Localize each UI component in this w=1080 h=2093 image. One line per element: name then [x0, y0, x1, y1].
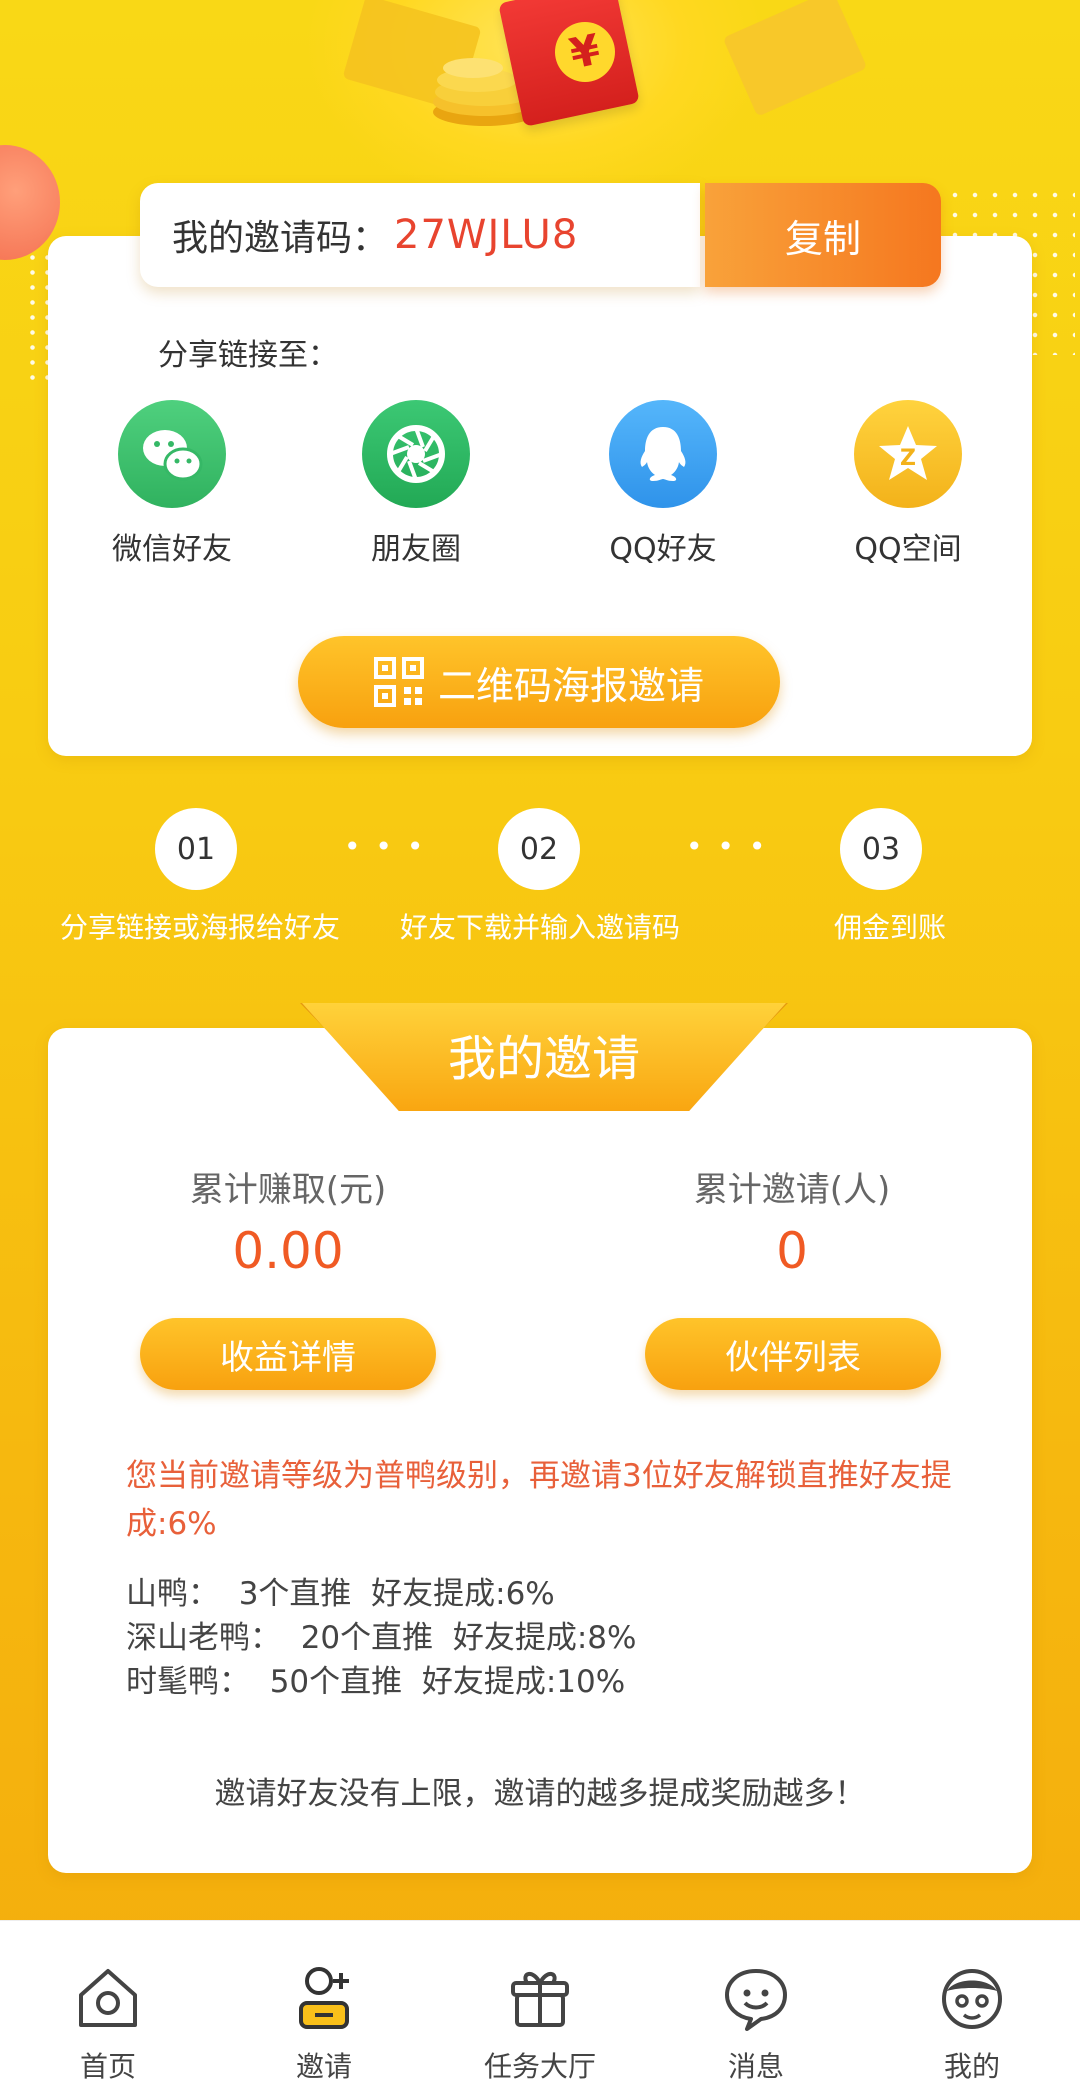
nav-tasks[interactable]: 任务大厅 — [432, 1921, 648, 2093]
share-qq[interactable]: QQ好友 — [563, 400, 763, 568]
earned-label: 累计赚取(元) — [189, 1170, 387, 1210]
levels-list: 山鸭： 3个直推 好友提成:6% 深山老鸭： 20个直推 好友提成:8% 时髦鸭… — [126, 1572, 637, 1704]
earned-value: 0.00 — [232, 1222, 344, 1280]
moments-icon — [362, 400, 470, 508]
invited-label: 累计邀请(人) — [693, 1170, 891, 1210]
bottom-nav: 首页 邀请 任务大厅 消息 我的 — [0, 1920, 1080, 2093]
level-row: 时髦鸭： 50个直推 好友提成:10% — [126, 1664, 626, 1700]
step-connector: • • • — [344, 830, 427, 863]
earnings-detail-button[interactable]: 收益详情 — [140, 1318, 436, 1390]
qr-code-icon — [373, 657, 424, 707]
share-moments-label: 朋友圈 — [371, 532, 461, 567]
step-2-text: 好友下载并输入邀请码 — [399, 911, 680, 944]
qq-icon — [609, 400, 717, 508]
nav-messages-label: 消息 — [727, 2050, 784, 2083]
nav-profile-label: 我的 — [943, 2050, 1000, 2083]
gift-icon — [511, 1972, 569, 2027]
wechat-icon — [118, 400, 226, 508]
nav-invite-label: 邀请 — [295, 2050, 352, 2083]
invite-icon — [299, 1967, 349, 2029]
svg-text:Z: Z — [900, 446, 916, 471]
home-icon — [79, 1969, 137, 2027]
partners-list-button[interactable]: 伙伴列表 — [645, 1318, 941, 1390]
step-3-text: 佣金到账 — [833, 911, 946, 944]
level-row: 山鸭： 3个直推 好友提成:6% — [126, 1576, 555, 1612]
nav-invite[interactable]: 邀请 — [216, 1921, 432, 2093]
share-moments[interactable]: 朋友圈 — [316, 400, 516, 568]
step-1-text: 分享链接或海报给好友 — [59, 911, 340, 944]
nav-profile[interactable]: 我的 — [864, 1921, 1080, 2093]
profile-icon — [942, 1969, 1002, 2029]
qzone-icon: Z — [854, 400, 962, 508]
qr-poster-button[interactable]: 二维码海报邀请 — [298, 636, 780, 728]
share-wechat[interactable]: 微信好友 — [72, 400, 272, 568]
step-connector: • • • — [686, 830, 769, 863]
level-row: 深山老鸭： 20个直推 好友提成:8% — [126, 1620, 637, 1656]
level-notice: 您当前邀请等级为普鸭级别，再邀请3位好友解锁直推好友提成:6% — [126, 1458, 952, 1542]
my-invite-card — [48, 1028, 1032, 1873]
nav-home[interactable]: 首页 — [0, 1921, 216, 2093]
invite-code-box: 我的邀请码： 27WJLU8 — [140, 183, 700, 287]
copy-button[interactable]: 复制 — [705, 183, 941, 287]
nav-messages[interactable]: 消息 — [648, 1921, 864, 2093]
share-qzone-label: QQ空间 — [854, 532, 962, 567]
share-qzone[interactable]: Z QQ空间 — [808, 400, 1008, 568]
nav-home-label: 首页 — [79, 2050, 136, 2083]
invite-code-label: 我的邀请码： — [172, 218, 389, 259]
share-title: 分享链接至： — [158, 338, 338, 373]
share-wechat-label: 微信好友 — [112, 532, 232, 567]
invited-value: 0 — [776, 1222, 808, 1280]
invite-footer-note: 邀请好友没有上限，邀请的越多提成奖励越多！ — [214, 1776, 866, 1812]
step-1-number: 01 — [155, 808, 237, 890]
step-3-number: 03 — [840, 808, 922, 890]
invite-code-value: 27WJLU8 — [394, 212, 579, 258]
step-2-number: 02 — [498, 808, 580, 890]
share-qq-label: QQ好友 — [609, 532, 717, 567]
qr-poster-label: 二维码海报邀请 — [437, 663, 704, 708]
message-icon — [725, 1969, 787, 2031]
nav-tasks-label: 任务大厅 — [483, 2050, 596, 2083]
